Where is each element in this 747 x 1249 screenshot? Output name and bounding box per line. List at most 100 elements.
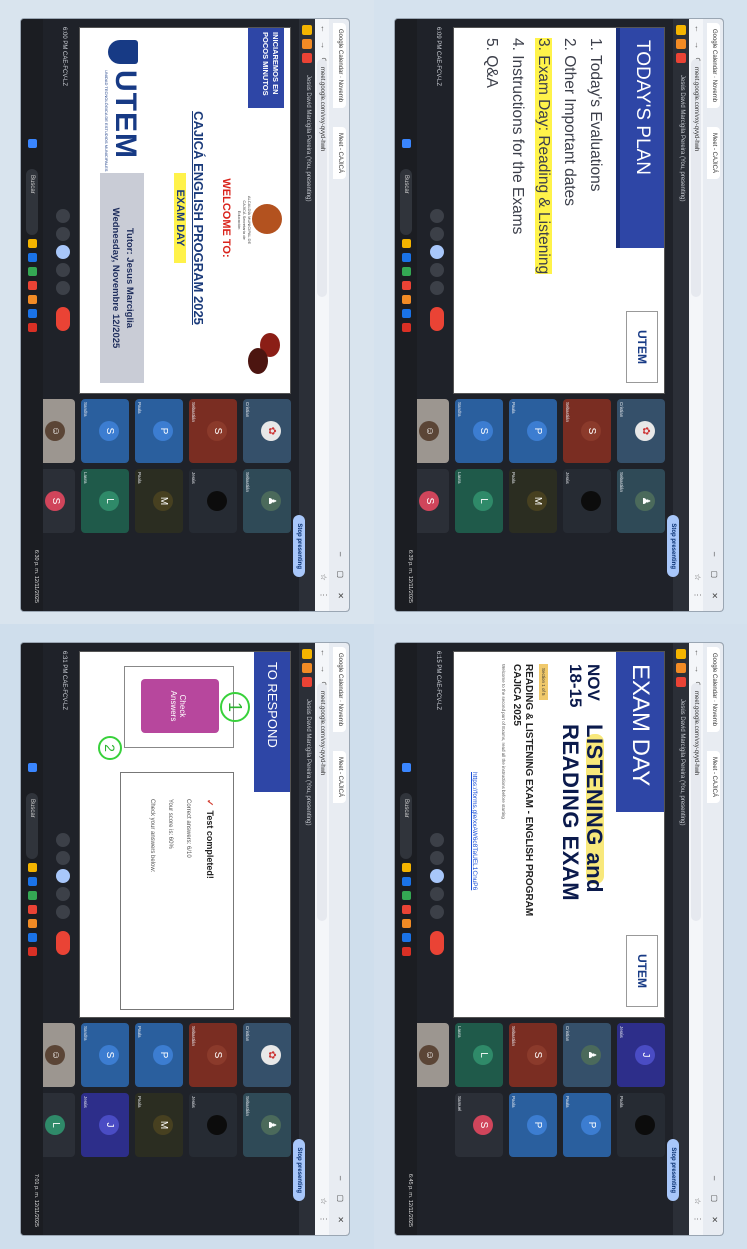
- participant-tile[interactable]: ♟ Cristian: [563, 1023, 611, 1087]
- form-link[interactable]: https://forms.gle/xxAW6c8TaUEL1CnuP6: [471, 772, 478, 890]
- word-icon[interactable]: [28, 933, 37, 942]
- participant-tile[interactable]: P Paula: [135, 1023, 183, 1087]
- participant-tile[interactable]: ✿ Cristian: [243, 1023, 291, 1087]
- mic-icon[interactable]: [430, 833, 444, 847]
- tab-calendar[interactable]: Google Calendar · Novemb: [333, 23, 346, 109]
- app-icon[interactable]: [28, 891, 37, 900]
- reactions-icon[interactable]: [430, 887, 444, 901]
- app-icon[interactable]: [402, 891, 411, 900]
- app-icon[interactable]: [28, 323, 37, 332]
- participant-tile[interactable]: ✿ Cristian: [617, 399, 665, 463]
- more-options-icon[interactable]: [56, 281, 70, 295]
- mic-icon[interactable]: [56, 833, 70, 847]
- present-icon[interactable]: [56, 869, 70, 883]
- participant-tile[interactable]: M Paola: [509, 469, 557, 533]
- app-icon[interactable]: [28, 947, 37, 956]
- folder-icon[interactable]: [402, 863, 411, 872]
- app-icon[interactable]: [28, 919, 37, 928]
- more-options-icon[interactable]: [430, 281, 444, 295]
- present-icon[interactable]: [56, 245, 70, 259]
- app-icon[interactable]: [402, 947, 411, 956]
- participant-tile[interactable]: Jesús: [189, 469, 237, 533]
- participant-tile[interactable]: L Laura: [455, 469, 503, 533]
- tab-meet[interactable]: Meet - CAJICÁ: [333, 127, 346, 180]
- participant-tile[interactable]: L Laura: [81, 469, 129, 533]
- extensions-icon[interactable]: ☆ ⋮: [319, 574, 328, 603]
- participant-tile[interactable]: S Sandra: [81, 1023, 129, 1087]
- url-field[interactable]: meet.google.com/vxy-qvyd-hwh: [317, 59, 327, 297]
- edge-icon[interactable]: [28, 877, 37, 886]
- camera-icon[interactable]: [430, 227, 444, 241]
- more-options-icon[interactable]: [430, 905, 444, 919]
- present-icon[interactable]: [430, 869, 444, 883]
- folder-icon[interactable]: [28, 863, 37, 872]
- participant-tile[interactable]: ♟ Sebastián: [243, 1093, 291, 1157]
- chrome-icon[interactable]: [402, 905, 411, 914]
- participant-tile[interactable]: M Paola: [135, 1093, 183, 1157]
- chrome-icon[interactable]: [28, 281, 37, 290]
- participant-tile[interactable]: P Paula: [509, 399, 557, 463]
- leave-call-button[interactable]: [56, 307, 70, 331]
- participant-tile[interactable]: S Samuel: [455, 1093, 503, 1157]
- participant-tile[interactable]: Paola: [617, 1093, 665, 1157]
- chrome-icon[interactable]: [402, 281, 411, 290]
- app-icon[interactable]: [402, 295, 411, 304]
- participant-tile[interactable]: ✿ Cristian: [243, 399, 291, 463]
- window-controls[interactable]: – ▢ ✕: [336, 552, 345, 605]
- stop-presenting-button[interactable]: Stop presenting: [293, 515, 305, 577]
- tab-meet[interactable]: Meet - CAJICÁ: [707, 127, 720, 180]
- reactions-icon[interactable]: [430, 263, 444, 277]
- window-controls[interactable]: – ▢ ✕: [336, 1176, 345, 1229]
- participant-tile[interactable]: S Sebastián: [189, 399, 237, 463]
- participant-tile[interactable]: S Sebastián: [563, 399, 611, 463]
- start-icon[interactable]: [28, 763, 37, 772]
- stop-presenting-button[interactable]: Stop presenting: [293, 1139, 305, 1201]
- taskbar-search[interactable]: Buscar: [400, 793, 412, 859]
- camera-icon[interactable]: [56, 851, 70, 865]
- url-field[interactable]: meet.google.com/vxy-qvyd-hwh: [691, 683, 701, 921]
- word-icon[interactable]: [28, 309, 37, 318]
- leave-call-button[interactable]: [430, 931, 444, 955]
- window-controls[interactable]: – ▢ ✕: [710, 552, 719, 605]
- participant-tile[interactable]: L Laura: [455, 1023, 503, 1087]
- stop-presenting-button[interactable]: Stop presenting: [667, 515, 679, 577]
- participant-tile[interactable]: M Paola: [135, 469, 183, 533]
- tab-calendar[interactable]: Google Calendar · Novemb: [707, 647, 720, 733]
- start-icon[interactable]: [402, 763, 411, 772]
- edge-icon[interactable]: [28, 253, 37, 262]
- tab-calendar[interactable]: Google Calendar · Novemb: [333, 647, 346, 733]
- chrome-icon[interactable]: [28, 905, 37, 914]
- taskbar-search[interactable]: Buscar: [26, 793, 38, 859]
- app-icon[interactable]: [28, 267, 37, 276]
- participant-tile[interactable]: ♟ Sebastián: [617, 469, 665, 533]
- tab-meet[interactable]: Meet - CAJICÁ: [707, 751, 720, 804]
- participant-tile[interactable]: S Sebastián: [509, 1023, 557, 1087]
- start-icon[interactable]: [402, 139, 411, 148]
- stop-presenting-button[interactable]: Stop presenting: [667, 1139, 679, 1201]
- folder-icon[interactable]: [402, 239, 411, 248]
- participant-tile[interactable]: S Sandra: [455, 399, 503, 463]
- window-controls[interactable]: – ▢ ✕: [710, 1176, 719, 1229]
- extensions-icon[interactable]: ☆ ⋮: [693, 574, 702, 603]
- participant-tile[interactable]: Jesús: [563, 469, 611, 533]
- app-icon[interactable]: [402, 267, 411, 276]
- reactions-icon[interactable]: [56, 887, 70, 901]
- mic-icon[interactable]: [430, 209, 444, 223]
- extensions-icon[interactable]: ☆ ⋮: [319, 1198, 328, 1227]
- participant-tile[interactable]: J Jesús: [617, 1023, 665, 1087]
- app-icon[interactable]: [28, 295, 37, 304]
- app-icon[interactable]: [402, 919, 411, 928]
- taskbar-search[interactable]: Buscar: [26, 169, 38, 235]
- participant-tile[interactable]: S Sandra: [81, 399, 129, 463]
- tab-calendar[interactable]: Google Calendar · Novemb: [707, 23, 720, 109]
- edge-icon[interactable]: [402, 253, 411, 262]
- camera-icon[interactable]: [56, 227, 70, 241]
- participant-tile[interactable]: P Paola: [509, 1093, 557, 1157]
- leave-call-button[interactable]: [56, 931, 70, 955]
- tab-meet[interactable]: Meet - CAJICÁ: [333, 751, 346, 804]
- participant-tile[interactable]: P Paula: [563, 1093, 611, 1157]
- start-icon[interactable]: [28, 139, 37, 148]
- reactions-icon[interactable]: [56, 263, 70, 277]
- word-icon[interactable]: [402, 309, 411, 318]
- edge-icon[interactable]: [402, 877, 411, 886]
